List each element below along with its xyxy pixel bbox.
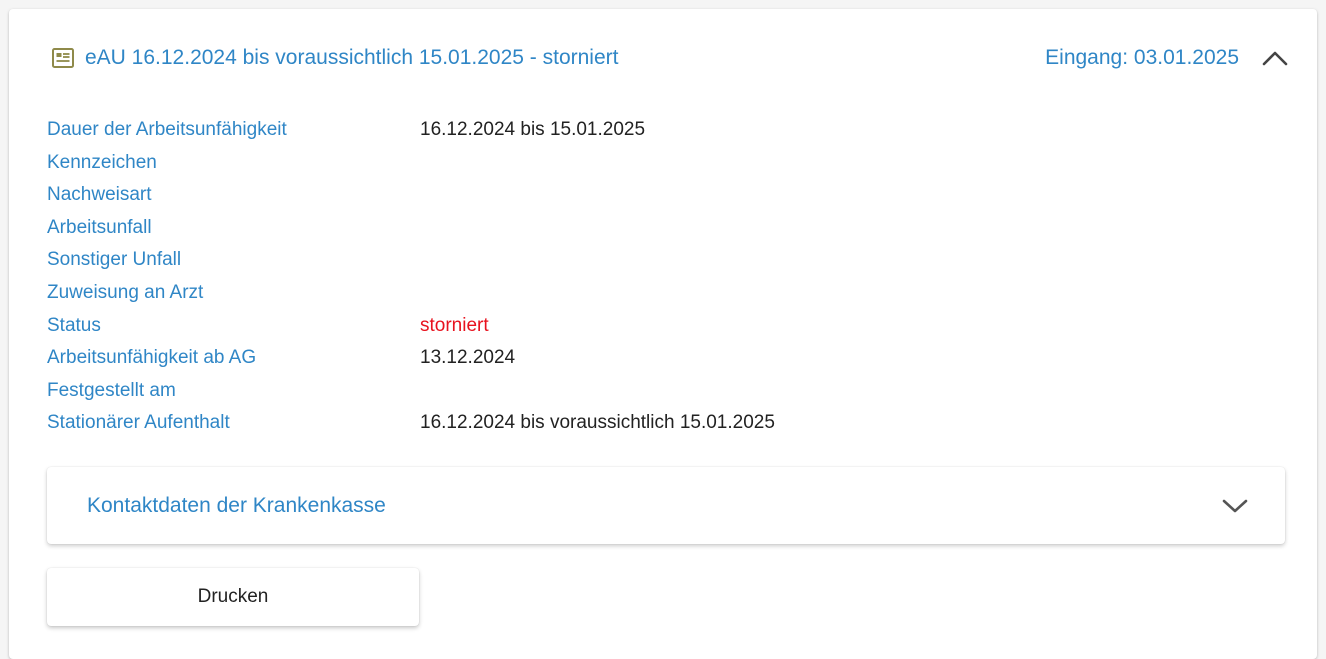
detail-row: Status storniert bbox=[47, 310, 947, 343]
print-button[interactable]: Drucken bbox=[47, 568, 419, 626]
detail-row: Stationärer Aufenthalt 16.12.2024 bis vo… bbox=[47, 407, 947, 440]
detail-label: Stationärer Aufenthalt bbox=[47, 412, 230, 434]
detail-row: Sonstiger Unfall bbox=[47, 244, 947, 277]
detail-label: Nachweisart bbox=[47, 184, 152, 206]
contact-panel[interactable]: Kontaktdaten der Krankenkasse bbox=[47, 467, 1285, 544]
eau-title: eAU 16.12.2024 bis voraussichtlich 15.01… bbox=[85, 46, 619, 69]
detail-row: Dauer der Arbeitsunfähigkeit 16.12.2024 … bbox=[47, 114, 947, 147]
document-icon bbox=[52, 48, 74, 68]
eau-card-header[interactable]: eAU 16.12.2024 bis voraussichtlich 15.01… bbox=[9, 9, 1317, 109]
details-list: Dauer der Arbeitsunfähigkeit 16.12.2024 … bbox=[47, 114, 947, 440]
detail-row: Festgestellt am bbox=[47, 375, 947, 408]
detail-label: Arbeitsunfähigkeit ab AG bbox=[47, 347, 257, 369]
detail-row: Arbeitsunfähigkeit ab AG 13.12.2024 bbox=[47, 342, 947, 375]
detail-row: Arbeitsunfall bbox=[47, 212, 947, 245]
detail-label: Arbeitsunfall bbox=[47, 216, 152, 238]
eau-card: eAU 16.12.2024 bis voraussichtlich 15.01… bbox=[9, 9, 1317, 659]
detail-row: Nachweisart bbox=[47, 179, 947, 212]
detail-value: 13.12.2024 bbox=[420, 347, 516, 369]
received-date: Eingang: 03.01.2025 bbox=[1045, 46, 1239, 69]
status-value: storniert bbox=[420, 314, 489, 336]
detail-row: Zuweisung an Arzt bbox=[47, 277, 947, 310]
detail-label: Status bbox=[47, 314, 101, 336]
detail-label: Sonstiger Unfall bbox=[47, 249, 182, 271]
detail-label: Festgestellt am bbox=[47, 379, 176, 401]
detail-label: Dauer der Arbeitsunfähigkeit bbox=[47, 119, 287, 140]
detail-label: Kennzeichen bbox=[47, 151, 157, 173]
contact-panel-label: Kontaktdaten der Krankenkasse bbox=[87, 494, 386, 517]
detail-row: Kennzeichen bbox=[47, 147, 947, 180]
detail-value: 16.12.2024 bis voraussichtlich 15.01.202… bbox=[420, 412, 775, 434]
chevron-up-icon[interactable] bbox=[1261, 48, 1289, 68]
chevron-down-icon[interactable] bbox=[1221, 497, 1249, 515]
detail-label: Zuweisung an Arzt bbox=[47, 281, 204, 303]
detail-value: 16.12.2024 bis 15.01.2025 bbox=[420, 119, 646, 140]
